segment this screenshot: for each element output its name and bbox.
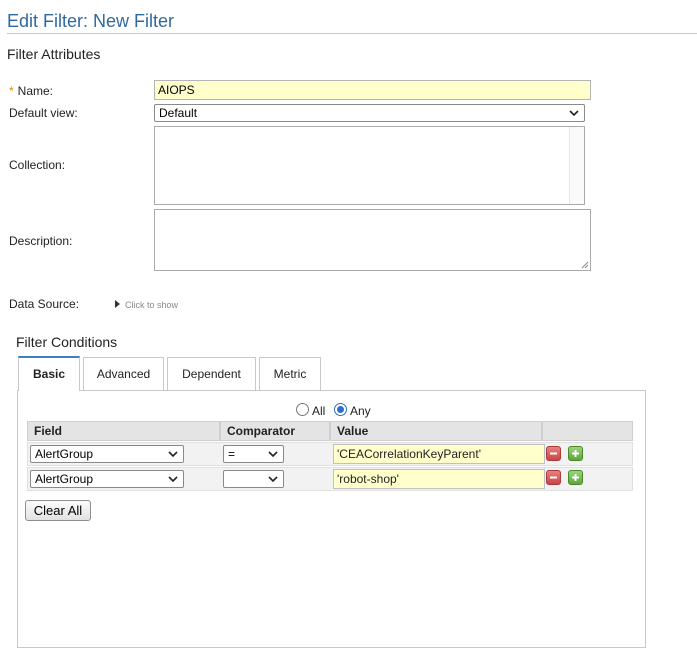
chevron-down-icon [268, 476, 278, 483]
match-all-radio[interactable] [296, 403, 309, 416]
chevron-down-icon [168, 476, 178, 483]
data-source-hint: Click to show [125, 300, 179, 310]
filter-conditions-heading: Filter Conditions [16, 334, 118, 350]
page-title: Edit Filter: New Filter [7, 11, 175, 31]
comparator-select-value: = [228, 447, 236, 461]
name-label-text: Name: [17, 84, 54, 98]
collection-scrollbar[interactable] [569, 127, 584, 204]
comparator-select[interactable] [223, 470, 284, 488]
collection-label: Collection: [9, 158, 66, 172]
resize-grip-icon[interactable] [580, 260, 589, 269]
description-label: Description: [9, 234, 73, 248]
add-row-button[interactable] [568, 470, 583, 485]
data-source-label: Data Source: [9, 297, 80, 311]
field-select[interactable]: AlertGroup [30, 470, 184, 488]
match-any-label: Any [350, 404, 371, 418]
tab-metric[interactable]: Metric [259, 357, 321, 391]
value-input[interactable]: 'robot-shop' [333, 469, 545, 489]
chevron-down-icon [569, 110, 579, 117]
plus-icon [572, 474, 579, 481]
field-select-value: AlertGroup [35, 447, 94, 461]
clear-all-button[interactable]: Clear All [25, 500, 91, 521]
required-marker: * [9, 84, 14, 98]
chevron-down-icon [168, 451, 178, 458]
remove-row-button[interactable] [546, 446, 561, 461]
default-view-label: Default view: [9, 106, 78, 120]
field-select-value: AlertGroup [35, 472, 94, 486]
chevron-down-icon [268, 451, 278, 458]
tab-dependent[interactable]: Dependent [167, 357, 256, 391]
column-header-value: Value [330, 421, 542, 441]
title-divider [7, 33, 697, 34]
tab-basic[interactable]: Basic [18, 356, 80, 391]
plus-icon [572, 450, 579, 457]
minus-icon [550, 452, 557, 455]
description-textarea[interactable] [154, 209, 591, 271]
filter-attributes-heading: Filter Attributes [7, 46, 101, 62]
column-header-field: Field [27, 421, 220, 441]
data-source-toggle[interactable]: Click to show [115, 298, 178, 310]
remove-row-button[interactable] [546, 470, 561, 485]
field-select[interactable]: AlertGroup [30, 445, 184, 463]
comparator-select[interactable]: = [223, 445, 284, 463]
column-header-comparator: Comparator [220, 421, 330, 441]
add-row-button[interactable] [568, 446, 583, 461]
value-input[interactable]: 'CEACorrelationKeyParent' [333, 444, 545, 464]
collection-listbox[interactable] [154, 126, 585, 205]
name-label: * Name: [9, 84, 53, 98]
match-any-radio[interactable] [334, 403, 347, 416]
match-all-label: All [312, 404, 326, 418]
column-header-actions [542, 421, 633, 441]
minus-icon [550, 476, 557, 479]
default-view-value: Default [159, 106, 198, 120]
triangle-right-icon [115, 300, 120, 308]
default-view-select[interactable]: Default [154, 104, 585, 122]
tab-advanced[interactable]: Advanced [83, 357, 164, 391]
name-input[interactable]: AIOPS [154, 80, 591, 100]
